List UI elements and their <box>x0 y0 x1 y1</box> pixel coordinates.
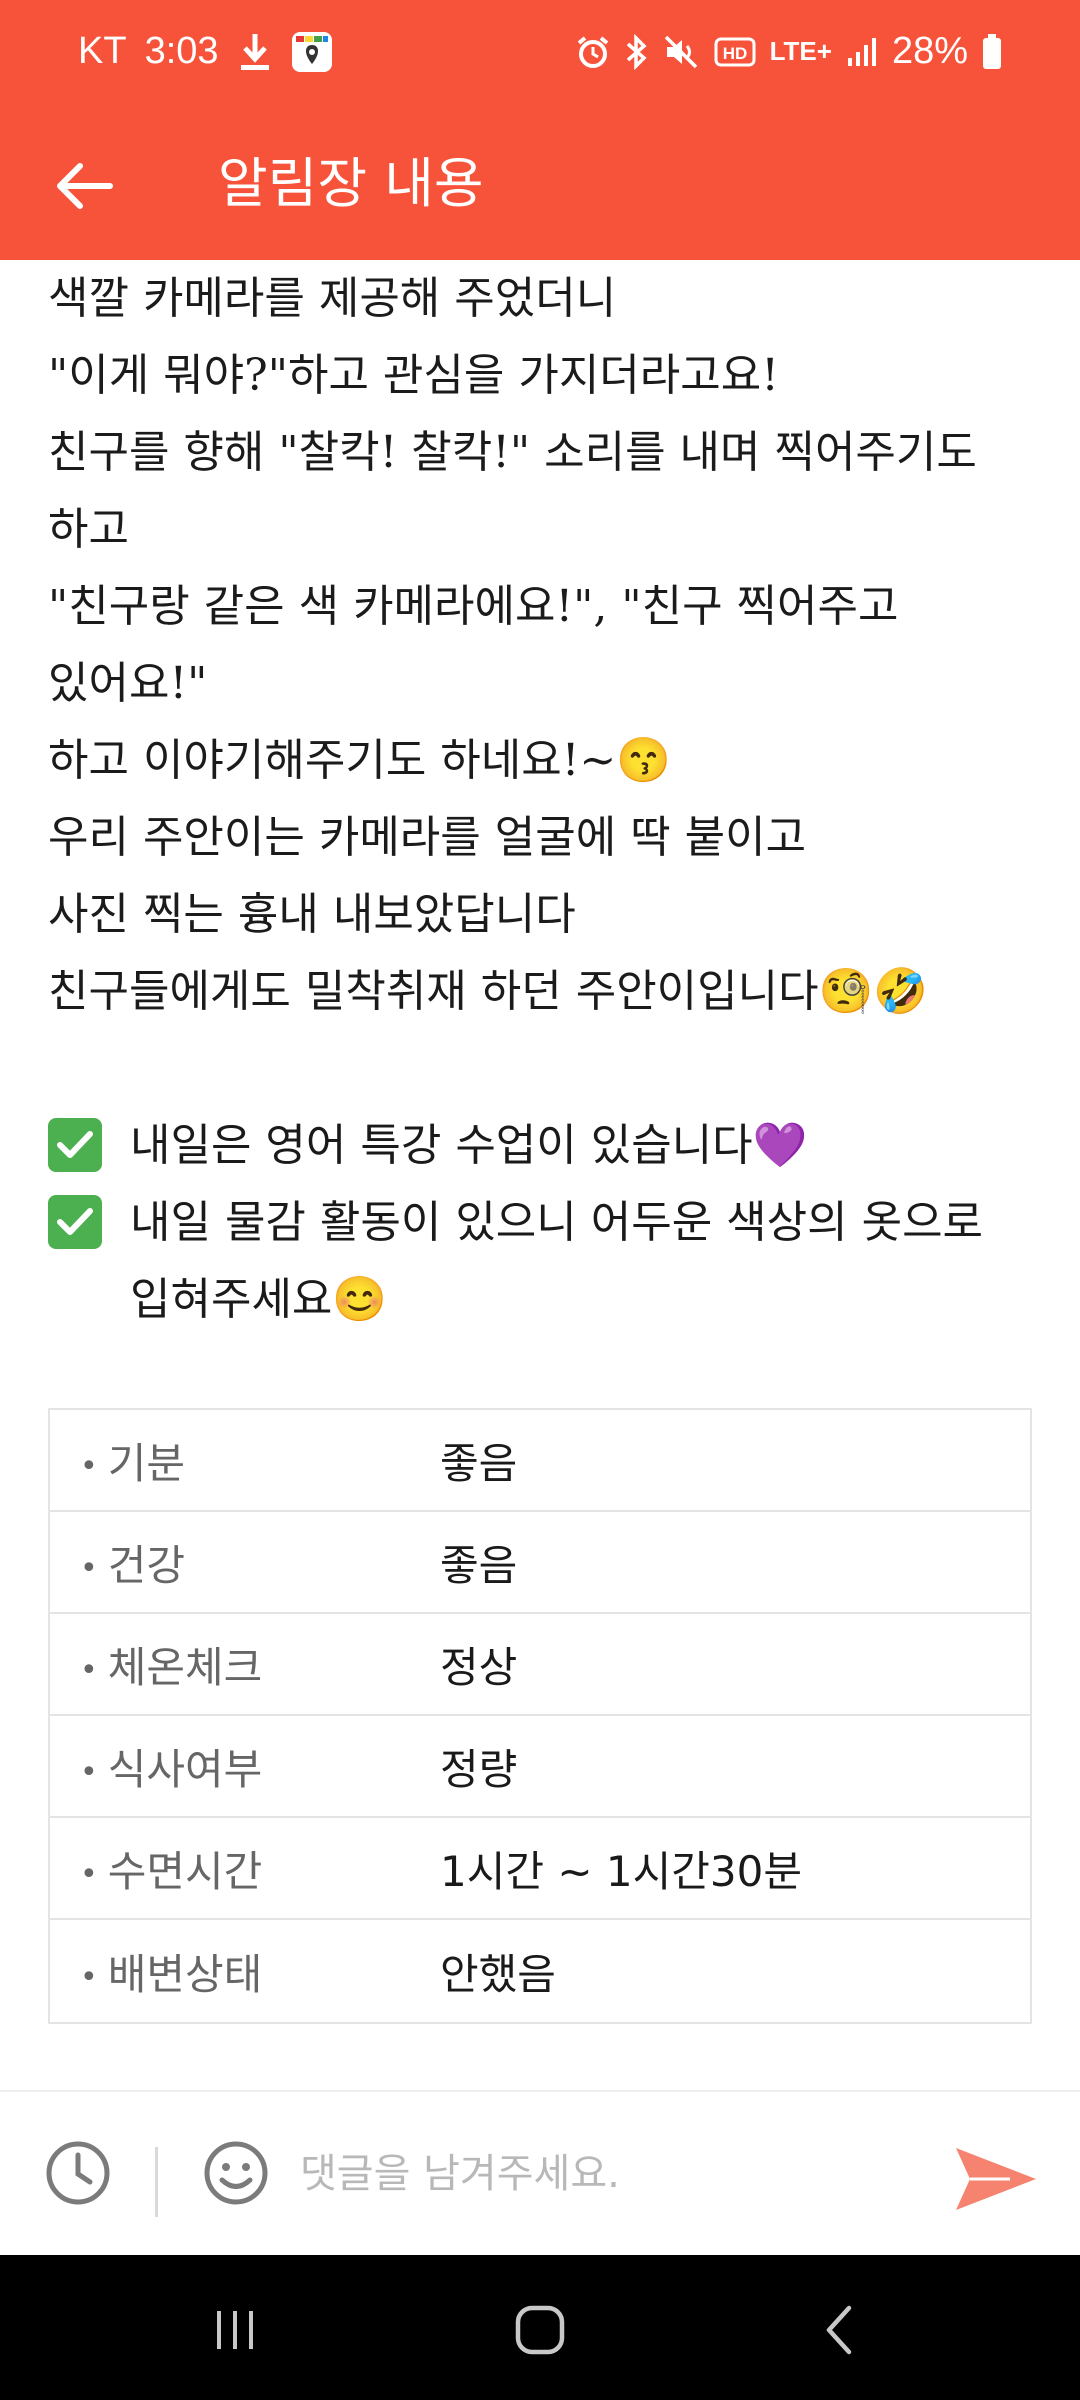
bullet-dot: • <box>80 1856 98 1892</box>
body-line: 친구를 향해 "찰칵! 찰칵!" 소리를 내며 찍어주기도 <box>48 427 977 478</box>
row-value: 정량 <box>440 1744 518 1794</box>
notice-content: 색깔 카메라를 제공해 주었더니 "이게 뭐야?"하고 관심을 가지더라고요! … <box>0 260 1080 2090</box>
bullet-dot: • <box>80 1550 98 1586</box>
back-button[interactable] <box>48 150 120 222</box>
svg-text:HD: HD <box>722 44 747 63</box>
checklist-text: 내일 물감 활동이 있으니 어두운 색상의 옷으로 입혀주세요😊 <box>130 1197 984 1325</box>
page-title: 알림장 내용 <box>218 152 484 215</box>
table-row: • 기분 좋음 <box>50 1410 1030 1512</box>
battery-icon <box>982 33 1002 70</box>
table-row: • 체온체크 정상 <box>50 1614 1030 1716</box>
bullet-dot: • <box>80 1754 98 1790</box>
body-line: "친구랑 같은 색 카메라에요!", "친구 찍어주고 <box>48 581 899 632</box>
battery-label: 28% <box>891 30 968 72</box>
status-bar: KT 3:03 HD LTE+ 28% <box>0 0 1080 110</box>
download-icon <box>237 32 273 72</box>
row-label-cell: • 수면시간 <box>50 1838 440 1899</box>
bullet-dot: • <box>80 1448 98 1484</box>
comment-input[interactable] <box>300 2132 920 2216</box>
check-icon <box>48 1118 102 1172</box>
table-row: • 식사여부 정량 <box>50 1716 1030 1818</box>
hd-icon: HD <box>714 37 756 67</box>
row-label: 식사여부 <box>107 1744 263 1794</box>
table-row: • 수면시간 1시간 ~ 1시간30분 <box>50 1818 1030 1920</box>
row-label: 기분 <box>107 1438 185 1488</box>
clock-icon[interactable] <box>42 2137 114 2209</box>
row-value: 정상 <box>440 1642 518 1692</box>
body-line: 우리 주안이는 카메라를 얼굴에 딱 붙이고 <box>48 812 807 863</box>
home-button[interactable] <box>500 2295 580 2365</box>
mute-icon <box>664 35 700 69</box>
home-icon <box>515 2305 565 2355</box>
time-label: 3:03 <box>144 30 219 72</box>
table-row: • 배변상태 안했음 <box>50 1920 1030 2022</box>
emoji-icon[interactable] <box>200 2137 272 2209</box>
recent-apps-button[interactable] <box>195 2295 275 2365</box>
row-label-cell: • 건강 <box>50 1532 440 1593</box>
send-button[interactable] <box>950 2142 1040 2216</box>
status-left: KT 3:03 <box>78 30 333 73</box>
row-value: 안했음 <box>440 1949 556 1999</box>
app-header: 알림장 내용 <box>0 110 1080 260</box>
system-nav-bar <box>0 2255 1080 2400</box>
recent-apps-icon <box>217 2311 253 2349</box>
checklist-item: 내일은 영어 특강 수업이 있습니다💜 <box>48 1107 1048 1184</box>
body-line: 사진 찍는 흉내 내보았답니다 <box>48 889 576 940</box>
status-right: HD LTE+ 28% <box>576 30 1002 73</box>
network-label: LTE+ <box>769 36 832 66</box>
body-line: "이게 뭐야?"하고 관심을 가지더라고요! <box>48 350 779 401</box>
notice-body: 색깔 카메라를 제공해 주었더니 "이게 뭐야?"하고 관심을 가지더라고요! … <box>48 260 1048 1338</box>
body-line: 친구들에게도 밀착취재 하던 주안이입니다🧐🤣 <box>48 966 929 1017</box>
back-arrow-icon <box>57 163 113 209</box>
bullet-dot: • <box>80 1652 98 1688</box>
comment-bar <box>0 2090 1080 2255</box>
signal-icon <box>846 36 878 68</box>
row-value: 좋음 <box>440 1438 518 1488</box>
row-label: 건강 <box>107 1540 185 1590</box>
app-notification-icon <box>291 31 333 73</box>
alarm-icon <box>576 35 610 69</box>
carrier-label: KT <box>78 30 127 72</box>
row-label-cell: • 기분 <box>50 1430 440 1491</box>
bullet-dot: • <box>80 1959 98 1995</box>
row-label-cell: • 배변상태 <box>50 1941 440 2002</box>
divider <box>155 2147 158 2217</box>
bluetooth-icon <box>624 33 650 70</box>
body-line: 있어요!" <box>48 658 208 709</box>
checklist-text: 내일은 영어 특강 수업이 있습니다💜 <box>130 1120 808 1171</box>
checklist-item: 내일 물감 활동이 있으니 어두운 색상의 옷으로 입혀주세요😊 <box>48 1184 1048 1338</box>
row-label: 수면시간 <box>107 1846 263 1896</box>
back-nav-button[interactable] <box>800 2295 880 2365</box>
check-icon <box>48 1195 102 1249</box>
row-label: 체온체크 <box>107 1642 263 1692</box>
row-label-cell: • 체온체크 <box>50 1634 440 1695</box>
body-line: 색깔 카메라를 제공해 주었더니 <box>48 273 617 324</box>
row-value: 1시간 ~ 1시간30분 <box>440 1846 802 1896</box>
send-icon <box>956 2148 1036 2210</box>
table-row: • 건강 좋음 <box>50 1512 1030 1614</box>
body-line: 하고 <box>48 504 129 555</box>
row-value: 좋음 <box>440 1540 518 1590</box>
back-chevron-icon <box>826 2305 852 2355</box>
status-table: • 기분 좋음 • 건강 좋음 • 체온체크 정상 • 식사여부 정량 • 수면시간 1시… <box>48 1408 1032 2024</box>
row-label-cell: • 식사여부 <box>50 1736 440 1797</box>
row-label: 배변상태 <box>107 1949 263 1999</box>
body-line: 하고 이야기해주기도 하네요!~😙 <box>48 735 672 786</box>
